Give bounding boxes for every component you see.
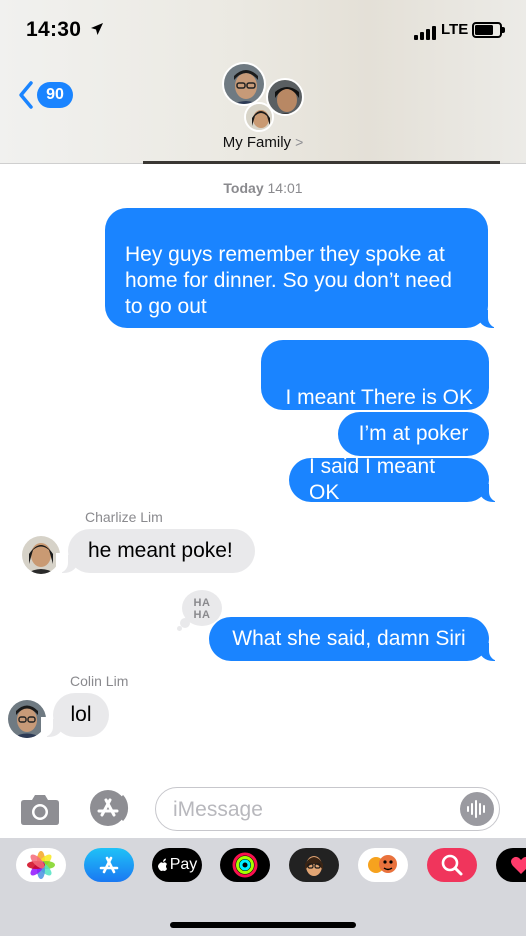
message-text: he meant poke!: [88, 539, 233, 562]
message-timestamp: Today 14:01: [0, 180, 526, 196]
message-bubble-outgoing[interactable]: I meant There is OK: [261, 340, 489, 410]
apple-pay-label: Pay: [169, 856, 198, 873]
back-button[interactable]: 90: [18, 80, 73, 110]
location-arrow-icon: [91, 23, 103, 35]
message-bubble-outgoing[interactable]: What she said, damn Siri: [209, 617, 501, 661]
sender-name: Charlize Lim: [85, 509, 163, 525]
message-text: I meant There is OK: [285, 386, 473, 409]
conversation-header: 14:30 LTE 90 My Family >: [0, 0, 526, 164]
camera-icon[interactable]: [20, 792, 60, 826]
battery-icon: [472, 22, 505, 38]
group-name: My Family: [222, 134, 292, 151]
home-indicator[interactable]: [170, 922, 356, 928]
message-text-line: home for dinner. So you don’t need: [125, 269, 452, 292]
chevron-left-icon: [19, 81, 33, 109]
apple-pay-icon[interactable]: Pay: [152, 848, 202, 882]
message-text: lol: [70, 703, 92, 726]
message-bubble-incoming[interactable]: lol: [41, 693, 109, 737]
message-text: I’m at poker: [358, 422, 469, 445]
avatar: [222, 62, 266, 106]
timestamp-day: Today: [223, 180, 264, 196]
message-input[interactable]: iMessage: [155, 787, 500, 831]
timestamp-time: 14:01: [267, 180, 303, 196]
chevron-right-icon: >: [295, 134, 304, 150]
message-text-line: Hey guys remember they spoke at: [125, 243, 445, 266]
status-time: 14:30: [26, 18, 82, 41]
network-type: LTE: [441, 21, 469, 38]
app-store-icon[interactable]: [84, 848, 134, 882]
message-bubble-outgoing[interactable]: I’m at poker: [338, 412, 489, 456]
activity-icon[interactable]: [220, 848, 270, 882]
message-text: What she said, damn Siri: [232, 627, 466, 650]
message-bubble-outgoing[interactable]: I said I meant OK: [289, 455, 501, 504]
avatar: [22, 536, 60, 574]
message-text: I said I meant OK: [309, 455, 436, 504]
unread-count-badge: 90: [37, 82, 73, 108]
voice-waveform-icon[interactable]: [460, 792, 494, 826]
group-avatars[interactable]: [220, 60, 310, 132]
animoji-icon[interactable]: [358, 848, 408, 882]
sender-name: Colin Lim: [70, 673, 129, 689]
message-text-line: to go out: [125, 295, 207, 318]
avatar: [244, 102, 274, 132]
message-bubble-outgoing[interactable]: Hey guys remember they spoke at home for…: [105, 208, 500, 328]
digital-touch-icon[interactable]: [496, 848, 526, 882]
message-input-placeholder: iMessage: [173, 798, 263, 821]
header-divider: [143, 161, 500, 164]
search-images-icon[interactable]: [427, 848, 477, 882]
app-store-button-icon[interactable]: [88, 788, 132, 828]
memoji-icon[interactable]: [289, 848, 339, 882]
signal-bars-icon: [414, 24, 436, 40]
group-name-button[interactable]: My Family >: [0, 134, 526, 151]
photos-icon[interactable]: [16, 848, 66, 882]
message-bubble-incoming[interactable]: he meant poke!: [56, 529, 255, 573]
